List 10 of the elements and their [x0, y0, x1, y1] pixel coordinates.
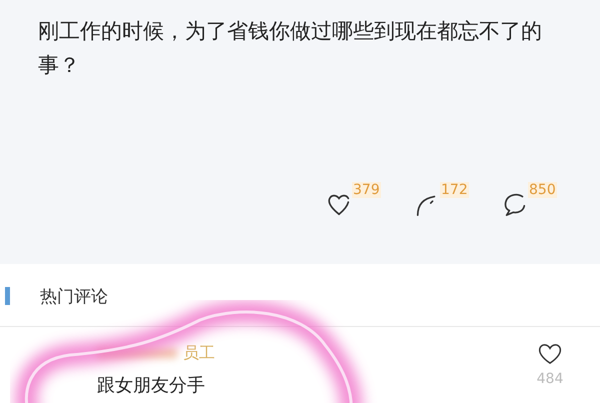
like-count: 484: [536, 371, 564, 387]
post-question: 刚工作的时候，为了省钱你做过哪些到现在都忘不了的事？: [38, 18, 543, 79]
comment-author: 员工: [183, 342, 215, 364]
heart-icon[interactable]: [537, 341, 563, 365]
count-label: 172: [440, 182, 469, 198]
section-bar: [5, 287, 10, 305]
comment-text: 跟女朋友分手: [97, 374, 206, 397]
count-label: 379: [352, 182, 381, 198]
count-label: 850: [528, 182, 557, 198]
section-heading: 热门评论: [40, 286, 108, 308]
